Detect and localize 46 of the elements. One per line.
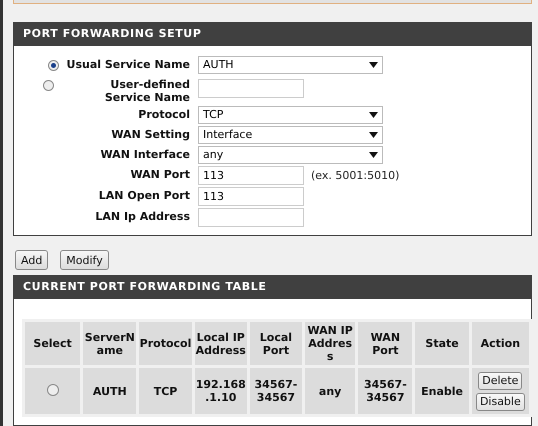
dropdown[interactable]: Interface xyxy=(198,126,383,144)
column-header: Local Port xyxy=(250,322,302,365)
radio-button[interactable] xyxy=(46,384,59,396)
column-header: WAN IP Address xyxy=(305,322,356,365)
table-cell: TCP xyxy=(139,368,192,414)
dropdown[interactable]: AUTH xyxy=(198,56,383,74)
column-header: Action xyxy=(472,322,529,365)
field-label: LAN Open Port xyxy=(98,188,190,202)
table-cell: Enable xyxy=(415,368,469,414)
column-header: State xyxy=(415,322,469,365)
column-header: WAN Port xyxy=(358,322,412,365)
column-header: Select xyxy=(25,322,80,365)
action-button[interactable]: Delete xyxy=(478,372,522,390)
action-button[interactable]: Disable xyxy=(476,392,525,410)
field-label: Protocol xyxy=(138,108,190,120)
caret-icon xyxy=(369,62,378,68)
field-label: User-defined Service Name xyxy=(104,78,190,104)
radio-button[interactable] xyxy=(43,80,54,90)
modify-button[interactable]: Modify xyxy=(60,250,109,270)
caret-icon xyxy=(369,132,378,138)
field-label: WAN Port xyxy=(130,168,190,180)
input-field[interactable]: 113 xyxy=(198,166,304,184)
input-field[interactable] xyxy=(198,208,304,226)
caret-icon xyxy=(369,112,378,118)
section-title: PORT FORWARDING SETUP xyxy=(13,22,532,46)
table-cell: AUTH xyxy=(83,368,136,414)
radio-button[interactable] xyxy=(48,60,59,70)
dropdown[interactable]: TCP xyxy=(198,106,383,124)
section-title: CURRENT PORT FORWARDING TABLE xyxy=(13,275,532,299)
table-cell: any xyxy=(305,368,356,414)
field-label: WAN Interface xyxy=(100,148,190,160)
table-cell: 34567-34567 xyxy=(358,368,412,414)
column-header: Protocol xyxy=(139,322,192,365)
field-hint: (ex. 5001:5010) xyxy=(311,168,400,182)
column-header: ServerName xyxy=(83,322,136,365)
caret-icon xyxy=(369,152,378,158)
input-field[interactable] xyxy=(198,78,304,98)
input-field[interactable]: 113 xyxy=(198,186,304,206)
field-label: Usual Service Name xyxy=(66,58,190,70)
column-header: Local IP Address xyxy=(194,322,247,365)
field-label: LAN Ip Address xyxy=(95,210,190,222)
table-cell: 34567-34567 xyxy=(250,368,302,414)
add-button[interactable]: Add xyxy=(15,250,48,270)
field-label: WAN Setting xyxy=(111,128,190,140)
table-cell: 192.168.1.10 xyxy=(194,368,247,414)
dropdown[interactable]: any xyxy=(198,146,383,164)
